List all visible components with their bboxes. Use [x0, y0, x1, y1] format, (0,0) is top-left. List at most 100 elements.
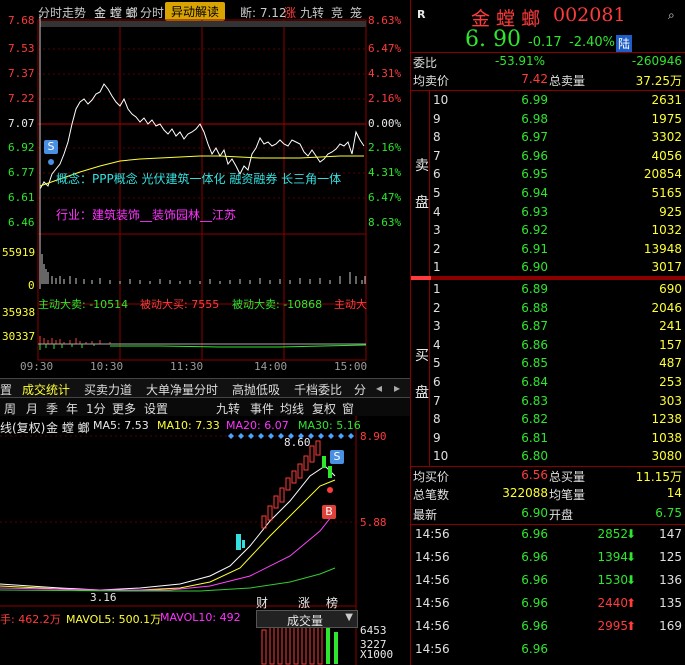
last-label: 最新 — [413, 508, 438, 522]
ask-level-row[interactable]: 7 6.96 4056 — [411, 148, 685, 167]
time-axis-label: 10:30 — [90, 360, 124, 373]
tick-row[interactable]: 14:56 6.96 2440 ⬆ 135 — [411, 595, 685, 614]
tab-settings-partial[interactable]: 置 — [0, 381, 12, 398]
indicator-dropdown[interactable]: 成交量 ▼ — [256, 610, 358, 628]
tab-next-icon[interactable]: ▸ — [394, 381, 400, 395]
level-number: 2 — [433, 241, 441, 256]
kline-sell-marker[interactable]: S — [330, 450, 344, 464]
price-tick: 7.37 — [8, 67, 35, 80]
concept-text: 概念：PPP概念 光伏建筑一体化 融资融券 长三角一体 — [56, 172, 342, 186]
weibi-label: 委比 — [413, 56, 438, 70]
price-tick: 6.61 — [8, 191, 35, 204]
level-number: 2 — [433, 300, 441, 315]
tick-price: 6.96 — [521, 619, 548, 633]
tick-row[interactable]: 14:56 6.96 1394 ⬇ 125 — [411, 549, 685, 568]
ask-level-row[interactable]: 4 6.93 925 — [411, 204, 685, 223]
kline-buy-marker[interactable]: B — [322, 505, 336, 519]
pct-tick: 4.31% — [368, 166, 402, 179]
tick-row[interactable]: 14:56 6.96 2995 ⬆ 169 — [411, 618, 685, 637]
avg-trade-value: 14 — [666, 486, 682, 500]
avg-sell-label: 均卖价 — [413, 74, 450, 88]
bid-level-row[interactable]: 10 6.80 3080 — [411, 448, 685, 467]
ask-level-row[interactable]: 9 6.98 1975 — [411, 111, 685, 130]
tab-trade-stats[interactable]: 成交统计 — [22, 381, 70, 398]
bid-level-row[interactable]: 3 6.87 241 — [411, 318, 685, 337]
tab-prev-icon[interactable]: ◂ — [376, 381, 382, 395]
tab-adjust[interactable]: 复权 — [312, 400, 336, 417]
weibi-row: 委比 -53.91% -260946 — [411, 53, 685, 72]
ask-level-row[interactable]: 6 6.95 20854 — [411, 166, 685, 185]
r-icon[interactable]: R — [417, 8, 425, 21]
tab-more-partial[interactable]: 分 — [354, 381, 366, 398]
exchange-badge[interactable]: 陆 — [616, 35, 633, 52]
level-volume: 1032 — [651, 223, 682, 238]
tick-price: 6.96 — [521, 527, 548, 541]
total-sell-value: 37.25万 — [635, 74, 682, 88]
kline-title: 线(复权) — [0, 421, 46, 435]
ask-level-row[interactable]: 3 6.92 1032 — [411, 222, 685, 241]
search-icon[interactable]: ⌕ — [668, 8, 675, 23]
bid-level-row[interactable]: 2 6.88 2046 — [411, 300, 685, 319]
level-number: 9 — [433, 430, 441, 445]
bid-level-row[interactable]: 1 6.89 690 — [411, 281, 685, 300]
tab-high-low[interactable]: 高抛低吸 — [232, 381, 280, 398]
volume-tick: 0 — [28, 279, 35, 292]
tab-buy-sell-force[interactable]: 买卖力道 — [84, 381, 132, 398]
volume-value-label: 手: 462.2万 — [0, 613, 61, 626]
tick-row[interactable]: 14:56 6.96 — [411, 641, 685, 660]
tab-ma[interactable]: 均线 — [280, 400, 304, 417]
tab-more-periods[interactable]: 更多 — [112, 400, 136, 417]
volume-tick: 55919 — [2, 246, 36, 259]
bid-level-row[interactable]: 4 6.86 157 — [411, 337, 685, 356]
level-number: 5 — [433, 356, 441, 371]
tick-count: 169 — [659, 619, 682, 633]
level-number: 1 — [433, 260, 441, 275]
intraday-chart[interactable]: 7.68 7.53 7.37 7.22 7.07 6.92 6.77 6.61 … — [0, 14, 410, 374]
tick-row[interactable]: 14:56 6.96 2852 ⬇ 147 — [411, 526, 685, 545]
avg-sell-value: 7.42 — [521, 72, 548, 86]
bid-level-row[interactable]: 9 6.81 1038 — [411, 430, 685, 449]
tab-settings[interactable]: 设置 — [144, 400, 168, 417]
ask-level-row[interactable]: 5 6.94 5165 — [411, 185, 685, 204]
tick-price: 6.96 — [521, 642, 548, 656]
open-label: 开盘 — [549, 508, 574, 522]
tab-month[interactable]: 月 — [26, 400, 38, 417]
event-ranking[interactable]: 榜 — [326, 594, 338, 611]
arrow-up-icon: ⬆ — [625, 619, 636, 633]
event-limit-up[interactable]: 涨 — [298, 594, 310, 611]
bid-level-row[interactable]: 7 6.83 303 — [411, 393, 685, 412]
tab-week[interactable]: 周 — [4, 400, 16, 417]
tab-1min[interactable]: 1分 — [86, 400, 106, 417]
tab-window[interactable]: 窗 — [342, 400, 354, 417]
ask-level-row[interactable]: 10 6.99 2631 — [411, 92, 685, 111]
ask-level-row[interactable]: 8 6.97 3302 — [411, 129, 685, 148]
bid-level-row[interactable]: 8 6.82 1238 — [411, 411, 685, 430]
level-price: 6.93 — [521, 204, 548, 219]
avg-buy-row: 均买价 6.56 总买量 11.15万 — [411, 467, 685, 486]
tick-row[interactable]: 14:56 6.96 1530 ⬇ 136 — [411, 572, 685, 591]
event-finance[interactable]: 财 — [256, 594, 268, 611]
time-axis-label: 14:00 — [254, 360, 288, 373]
ask-level-row[interactable]: 2 6.91 13948 — [411, 241, 685, 260]
bid-level-row[interactable]: 5 6.85 487 — [411, 355, 685, 374]
bid-level-row[interactable]: 6 6.84 253 — [411, 374, 685, 393]
level-number: 7 — [433, 393, 441, 408]
tab-events[interactable]: 事件 — [250, 400, 274, 417]
level-volume: 487 — [659, 356, 682, 371]
tab-nine-turn-k[interactable]: 九转 — [216, 400, 240, 417]
kline-chart[interactable]: 线(复权) 金 螳 螂 MA5: 7.53 MA10: 7.33 MA20: 6… — [0, 416, 410, 665]
tab-year[interactable]: 年 — [66, 400, 78, 417]
passive-buy-label: 被动大买: 7555 — [140, 298, 220, 311]
level-price: 6.83 — [521, 393, 548, 408]
kline-price-tick: 8.90 — [360, 430, 387, 443]
tab-big-order-net[interactable]: 大单净量分时 — [146, 381, 218, 398]
sell-signal-marker[interactable]: S — [44, 140, 58, 154]
level-volume: 4056 — [651, 148, 682, 163]
level-volume: 253 — [659, 375, 682, 389]
tick-count: 136 — [659, 573, 682, 587]
level-volume: 241 — [659, 319, 682, 334]
tab-thousand-ratio[interactable]: 千档委比 — [294, 381, 342, 398]
avg-buy-label: 均买价 — [413, 470, 450, 484]
tab-quarter[interactable]: 季 — [46, 400, 58, 417]
level-price: 6.85 — [521, 356, 548, 371]
